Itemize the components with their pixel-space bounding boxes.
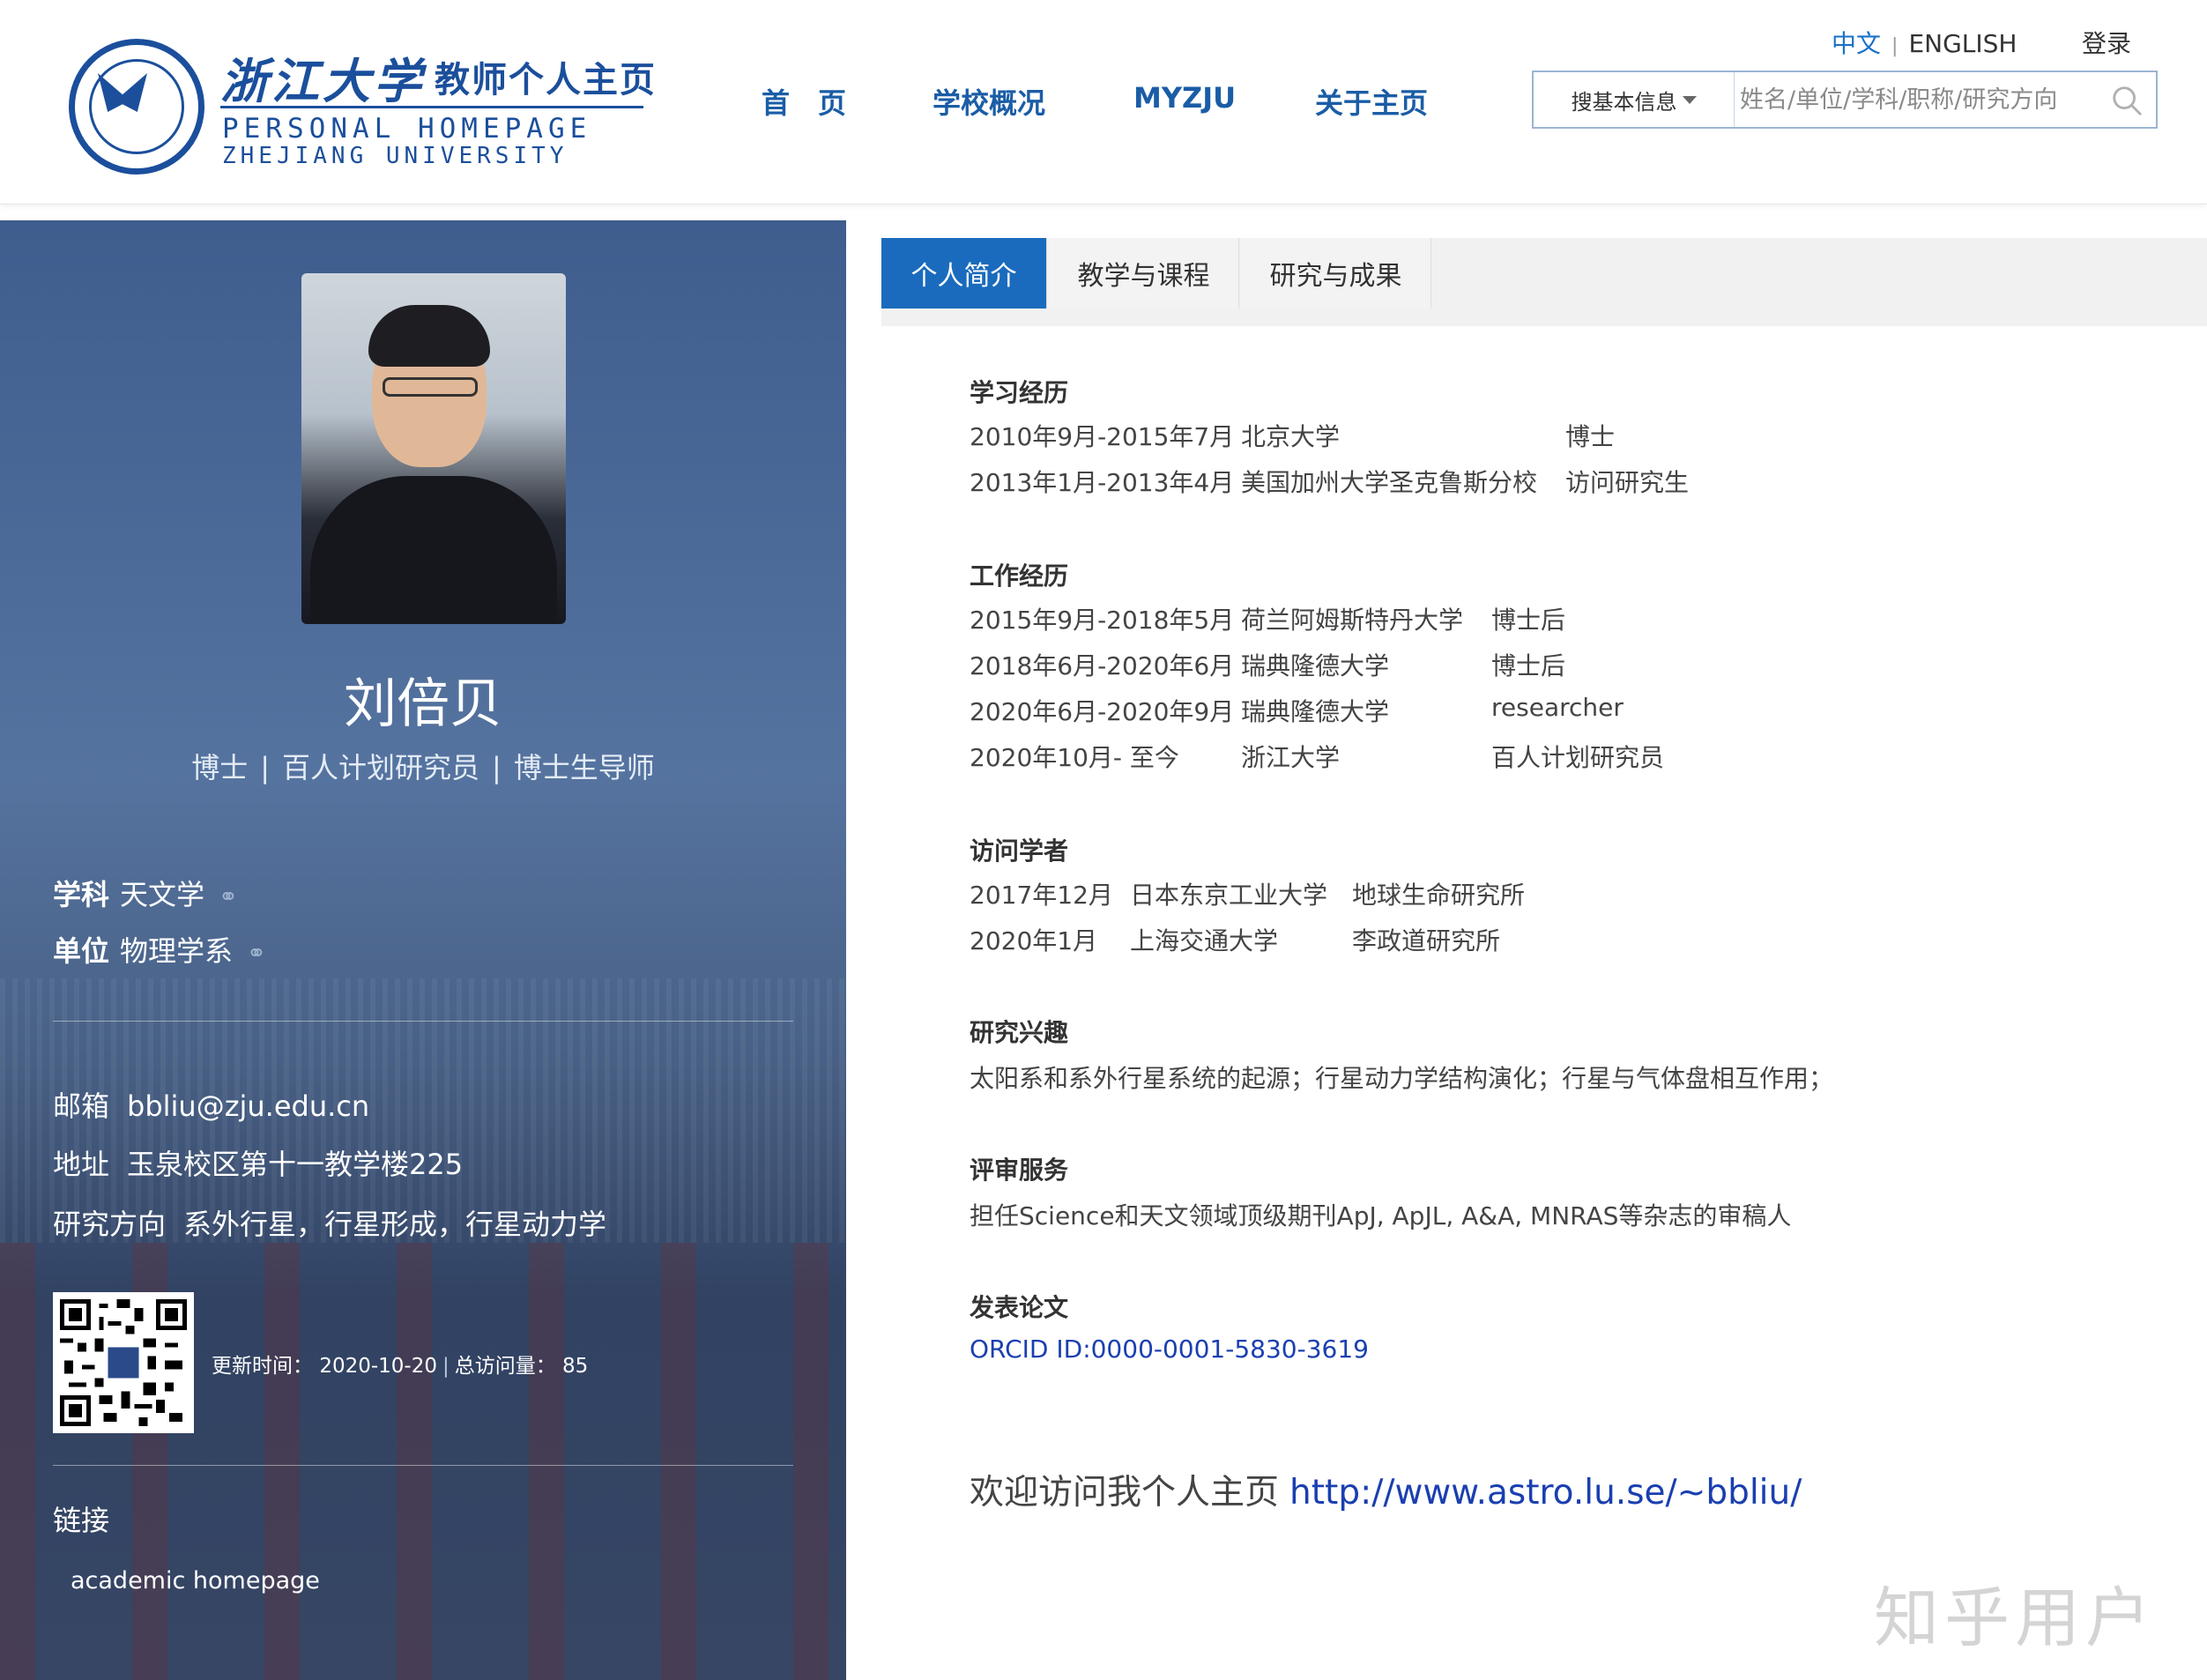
site-header: 浙江大学 教师个人主页 PERSONAL HOMEPAGE ZHEJIANG U…: [0, 0, 2207, 204]
logo-cn-subtitle: 教师个人主页: [435, 60, 657, 100]
search-input[interactable]: [1740, 79, 2092, 120]
unit-value[interactable]: 物理学系: [120, 934, 233, 968]
nav-about-school[interactable]: 学校概况: [933, 81, 1045, 122]
search-icon[interactable]: [2110, 84, 2144, 117]
links-title: 链接: [53, 1504, 110, 1537]
lang-english-link[interactable]: ENGLISH: [1908, 29, 2017, 58]
review-title: 评审服务: [970, 1156, 1069, 1185]
update-info: 更新时间： 2020-10-20 | 总访问量： 85: [212, 1355, 589, 1378]
address-row: 地址 玉泉校区第十一教学楼225: [53, 1142, 463, 1183]
research-label: 研究方向: [53, 1208, 167, 1241]
zhihu-watermark: 知乎用户: [1874, 1580, 2156, 1656]
email-row: 邮箱 bbliu@zju.edu.cn: [53, 1084, 369, 1125]
visits-count: 85: [562, 1355, 589, 1378]
research-row: 研究方向 系外行星，行星形成，行星动力学: [53, 1202, 606, 1243]
link-icon[interactable]: ⚭: [219, 884, 238, 911]
search-type-select[interactable]: 搜基本信息: [1534, 72, 1735, 127]
tab-teaching[interactable]: 教学与课程: [1049, 238, 1239, 308]
papers-title: 发表论文: [970, 1293, 1069, 1322]
visiting-title: 访问学者: [970, 836, 1069, 866]
email-label: 邮箱: [53, 1089, 110, 1123]
nav-home[interactable]: 首 页: [762, 81, 846, 122]
unit-row: 单位 物理学系 ⚭: [53, 929, 266, 970]
lang-chinese-link[interactable]: 中文: [1832, 29, 1881, 58]
unit-label: 单位: [53, 934, 110, 968]
title-position: 百人计划研究员: [281, 751, 479, 784]
link-icon[interactable]: ⚭: [247, 940, 266, 967]
update-label: 更新时间：: [212, 1355, 313, 1378]
logo-cn-text: 浙江大学: [220, 53, 425, 109]
nav-about-homepage[interactable]: 关于主页: [1315, 81, 1428, 122]
logo-en-title: PERSONAL HOMEPAGE: [222, 113, 592, 145]
address-label: 地址: [53, 1148, 110, 1181]
logo-en-subtitle: ZHEJIANG UNIVERSITY: [222, 143, 568, 169]
interests-text: 太阳系和系外行星系统的起源；行星动力学结构演化；行星与气体盘相互作用；: [970, 1064, 1834, 1093]
education-title: 学习经历: [970, 378, 1069, 407]
interests-title: 研究兴趣: [970, 1018, 1069, 1047]
tab-research[interactable]: 研究与成果: [1241, 238, 1431, 308]
profile-name: 刘倍贝: [344, 673, 502, 735]
lang-separator: |: [1891, 35, 1899, 57]
visits-label: 总访问量：: [454, 1355, 556, 1378]
profile-photo: [301, 273, 566, 624]
welcome-line: 欢迎访问我个人主页 http://www.astro.lu.se/~bbliu/: [970, 1465, 1802, 1514]
search-box: 搜基本信息: [1532, 71, 2158, 129]
subject-row: 学科 天文学 ⚭: [53, 873, 238, 913]
qr-code: [53, 1292, 194, 1433]
zju-logo[interactable]: 浙江大学 教师个人主页 PERSONAL HOMEPAGE ZHEJIANG U…: [69, 35, 655, 185]
welcome-text: 欢迎访问我个人主页: [970, 1473, 1280, 1513]
divider: [53, 1021, 793, 1022]
caret-down-icon: [1682, 95, 1697, 104]
login-link[interactable]: 登录: [2082, 25, 2131, 60]
subject-value[interactable]: 天文学: [120, 878, 204, 911]
tab-profile[interactable]: 个人简介: [881, 238, 1047, 308]
title-degree: 博士: [191, 751, 249, 784]
tab-bar: 个人简介 教学与课程 研究与成果: [881, 238, 2207, 326]
language-switch: 中文 | ENGLISH: [1832, 25, 2017, 60]
zju-seal-icon: [69, 39, 204, 175]
search-type-label: 搜基本信息: [1571, 89, 1677, 115]
title-supervisor: 博士生导师: [513, 751, 655, 784]
update-date: 2020-10-20: [319, 1355, 437, 1378]
personal-homepage-link[interactable]: http://www.astro.lu.se/~bbliu/: [1289, 1473, 1802, 1513]
orcid-link[interactable]: ORCID ID:0000-0001-5830-3619: [970, 1334, 1369, 1364]
nav-myzju[interactable]: MYZJU: [1133, 81, 1236, 115]
divider: [53, 1465, 793, 1466]
academic-homepage-link[interactable]: academic homepage: [71, 1567, 320, 1595]
profile-titles: 博士 | 百人计划研究员 | 博士生导师: [191, 751, 655, 784]
work-title: 工作经历: [970, 561, 1069, 591]
email-value[interactable]: bbliu@zju.edu.cn: [127, 1089, 369, 1123]
subject-label: 学科: [53, 878, 110, 911]
address-value: 玉泉校区第十一教学楼225: [127, 1148, 464, 1181]
research-value: 系外行星，行星形成，行星动力学: [183, 1208, 607, 1241]
review-text: 担任Science和天文领域顶级期刊ApJ, ApJL, A&A, MNRAS等…: [970, 1201, 1792, 1230]
profile-panel: 刘倍贝 博士 | 百人计划研究员 | 博士生导师 学科 天文学 ⚭ 单位 物理学系 ⚭ 邮箱 bb…: [0, 220, 846, 1680]
logo-rule: [220, 106, 643, 108]
